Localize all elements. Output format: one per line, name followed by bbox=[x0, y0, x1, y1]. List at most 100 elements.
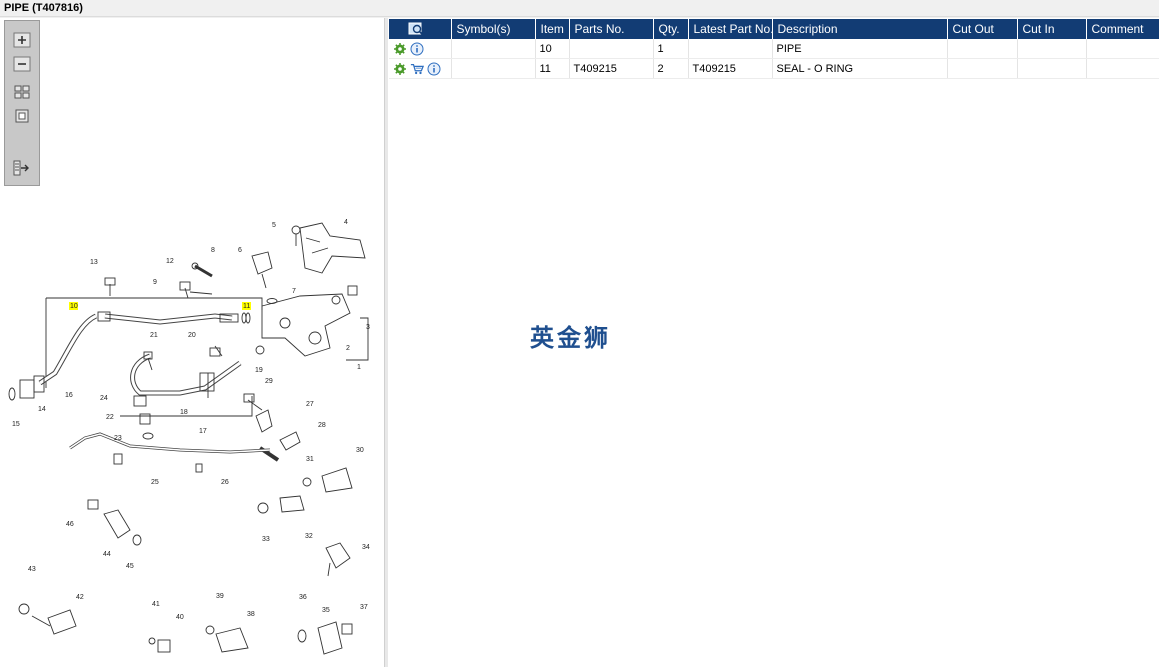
callout-16[interactable]: 16 bbox=[65, 392, 73, 399]
callout-41[interactable]: 41 bbox=[152, 601, 160, 608]
callout-39[interactable]: 39 bbox=[216, 593, 224, 600]
callout-35[interactable]: 35 bbox=[322, 607, 330, 614]
actual-size-icon bbox=[15, 109, 29, 123]
callout-40[interactable]: 40 bbox=[176, 614, 184, 621]
callout-3[interactable]: 3 bbox=[366, 324, 370, 331]
column-header-qty[interactable]: Qty. bbox=[653, 19, 689, 39]
callout-9[interactable]: 9 bbox=[153, 279, 157, 286]
actual-size-button[interactable] bbox=[12, 107, 32, 125]
callout-1[interactable]: 1 bbox=[357, 364, 361, 371]
cell-item: 11 bbox=[535, 58, 570, 79]
cell-cut-out bbox=[947, 39, 1018, 59]
cell-cut-in bbox=[1017, 39, 1087, 59]
gear-icon[interactable] bbox=[393, 62, 407, 76]
callout-27[interactable]: 27 bbox=[306, 401, 314, 408]
column-header-comment[interactable]: Comment bbox=[1086, 19, 1159, 39]
callout-22[interactable]: 22 bbox=[106, 414, 114, 421]
column-header-parts-no[interactable]: Parts No. bbox=[569, 19, 654, 39]
callout-25[interactable]: 25 bbox=[151, 479, 159, 486]
callout-labels: 4 5 6 7 8 9 10 11 12 13 3 2 1 21 20 19 2… bbox=[12, 219, 370, 621]
callout-36[interactable]: 36 bbox=[299, 594, 307, 601]
fit-all-button[interactable] bbox=[12, 83, 32, 101]
callout-5[interactable]: 5 bbox=[272, 222, 276, 229]
callout-7[interactable]: 7 bbox=[292, 288, 296, 295]
callout-20[interactable]: 20 bbox=[188, 332, 196, 339]
watermark: 英金狮 bbox=[530, 324, 611, 352]
callout-30[interactable]: 30 bbox=[356, 447, 364, 454]
info-icon[interactable] bbox=[410, 42, 424, 56]
diagram-canvas: 4 5 6 7 8 9 10 11 12 13 3 2 1 21 20 19 2… bbox=[8, 219, 370, 655]
callout-37[interactable]: 37 bbox=[360, 604, 368, 611]
cell-symbols bbox=[451, 58, 536, 79]
column-header-cut-in[interactable]: Cut In bbox=[1017, 19, 1087, 39]
column-header-symbols[interactable]: Symbol(s) bbox=[451, 19, 536, 39]
callout-12[interactable]: 12 bbox=[166, 258, 174, 265]
column-header-item[interactable]: Item bbox=[535, 19, 570, 39]
cell-comment bbox=[1086, 39, 1159, 59]
table-row[interactable]: 11 T409215 2 T409215 SEAL - O RING bbox=[389, 58, 1159, 79]
callout-31[interactable]: 31 bbox=[306, 456, 314, 463]
cell-symbols bbox=[451, 39, 536, 59]
callout-18[interactable]: 18 bbox=[180, 409, 188, 416]
export-panel-icon bbox=[13, 160, 29, 176]
callout-29[interactable]: 29 bbox=[265, 378, 273, 385]
callout-32[interactable]: 32 bbox=[305, 533, 313, 540]
parts-list-pane: Symbol(s) Item Parts No. Qty. Latest Par… bbox=[388, 18, 1159, 667]
callout-8[interactable]: 8 bbox=[211, 247, 215, 254]
column-header-description[interactable]: Description bbox=[772, 19, 948, 39]
cell-item: 10 bbox=[535, 39, 570, 59]
callout-46[interactable]: 46 bbox=[66, 521, 74, 528]
zoom-toolbar bbox=[4, 20, 40, 186]
cell-cut-in bbox=[1017, 58, 1087, 79]
callout-17[interactable]: 17 bbox=[199, 428, 207, 435]
callout-24[interactable]: 24 bbox=[100, 395, 108, 402]
column-header-cut-out[interactable]: Cut Out bbox=[947, 19, 1018, 39]
callout-26[interactable]: 26 bbox=[221, 479, 229, 486]
diagram-pane[interactable]: 4 5 6 7 8 9 10 11 12 13 3 2 1 21 20 19 2… bbox=[0, 18, 384, 667]
cell-qty: 1 bbox=[653, 39, 689, 59]
zoom-in-icon bbox=[13, 32, 31, 48]
cell-latest-part-no bbox=[688, 39, 773, 59]
row-actions-cell bbox=[389, 39, 452, 59]
cart-icon[interactable] bbox=[410, 62, 424, 76]
table-header-row: Symbol(s) Item Parts No. Qty. Latest Par… bbox=[389, 19, 1159, 39]
callout-19[interactable]: 19 bbox=[255, 367, 263, 374]
cell-qty: 2 bbox=[653, 58, 689, 79]
table-row[interactable]: 10 1 PIPE bbox=[389, 39, 1159, 59]
exploded-parts-diagram[interactable]: 4 5 6 7 8 9 10 11 12 13 3 2 1 21 20 19 2… bbox=[0, 198, 384, 667]
callout-14[interactable]: 14 bbox=[38, 406, 46, 413]
zoom-out-icon bbox=[13, 56, 31, 72]
cell-description: SEAL - O RING bbox=[772, 58, 948, 79]
window-title: PIPE (T407816) bbox=[0, 0, 1159, 17]
callout-2[interactable]: 2 bbox=[346, 345, 350, 352]
cell-description: PIPE bbox=[772, 39, 948, 59]
column-header-latest-part-no[interactable]: Latest Part No. bbox=[688, 19, 773, 39]
fit-all-icon bbox=[14, 85, 30, 99]
cell-comment bbox=[1086, 58, 1159, 79]
cell-parts-no bbox=[569, 39, 654, 59]
callout-34[interactable]: 34 bbox=[362, 544, 370, 551]
callout-42[interactable]: 42 bbox=[76, 594, 84, 601]
callout-45[interactable]: 45 bbox=[126, 563, 134, 570]
export-button[interactable] bbox=[12, 159, 32, 177]
callout-38[interactable]: 38 bbox=[247, 611, 255, 618]
callout-6[interactable]: 6 bbox=[238, 247, 242, 254]
callout-33[interactable]: 33 bbox=[262, 536, 270, 543]
callout-43[interactable]: 43 bbox=[28, 566, 36, 573]
cell-cut-out bbox=[947, 58, 1018, 79]
zoom-out-button[interactable] bbox=[12, 55, 32, 73]
gear-icon[interactable] bbox=[393, 42, 407, 56]
callout-10[interactable]: 10 bbox=[70, 303, 78, 310]
callout-23[interactable]: 23 bbox=[114, 435, 122, 442]
callout-44[interactable]: 44 bbox=[103, 551, 111, 558]
callout-4[interactable]: 4 bbox=[344, 219, 348, 226]
callout-11[interactable]: 11 bbox=[243, 303, 250, 310]
callout-21[interactable]: 21 bbox=[150, 332, 158, 339]
zoom-in-button[interactable] bbox=[12, 31, 32, 49]
callout-13[interactable]: 13 bbox=[90, 259, 98, 266]
header-icon-column[interactable] bbox=[389, 19, 452, 39]
callout-15[interactable]: 15 bbox=[12, 421, 20, 428]
callout-28[interactable]: 28 bbox=[318, 422, 326, 429]
cell-latest-part-no: T409215 bbox=[688, 58, 773, 79]
info-icon[interactable] bbox=[427, 62, 441, 76]
